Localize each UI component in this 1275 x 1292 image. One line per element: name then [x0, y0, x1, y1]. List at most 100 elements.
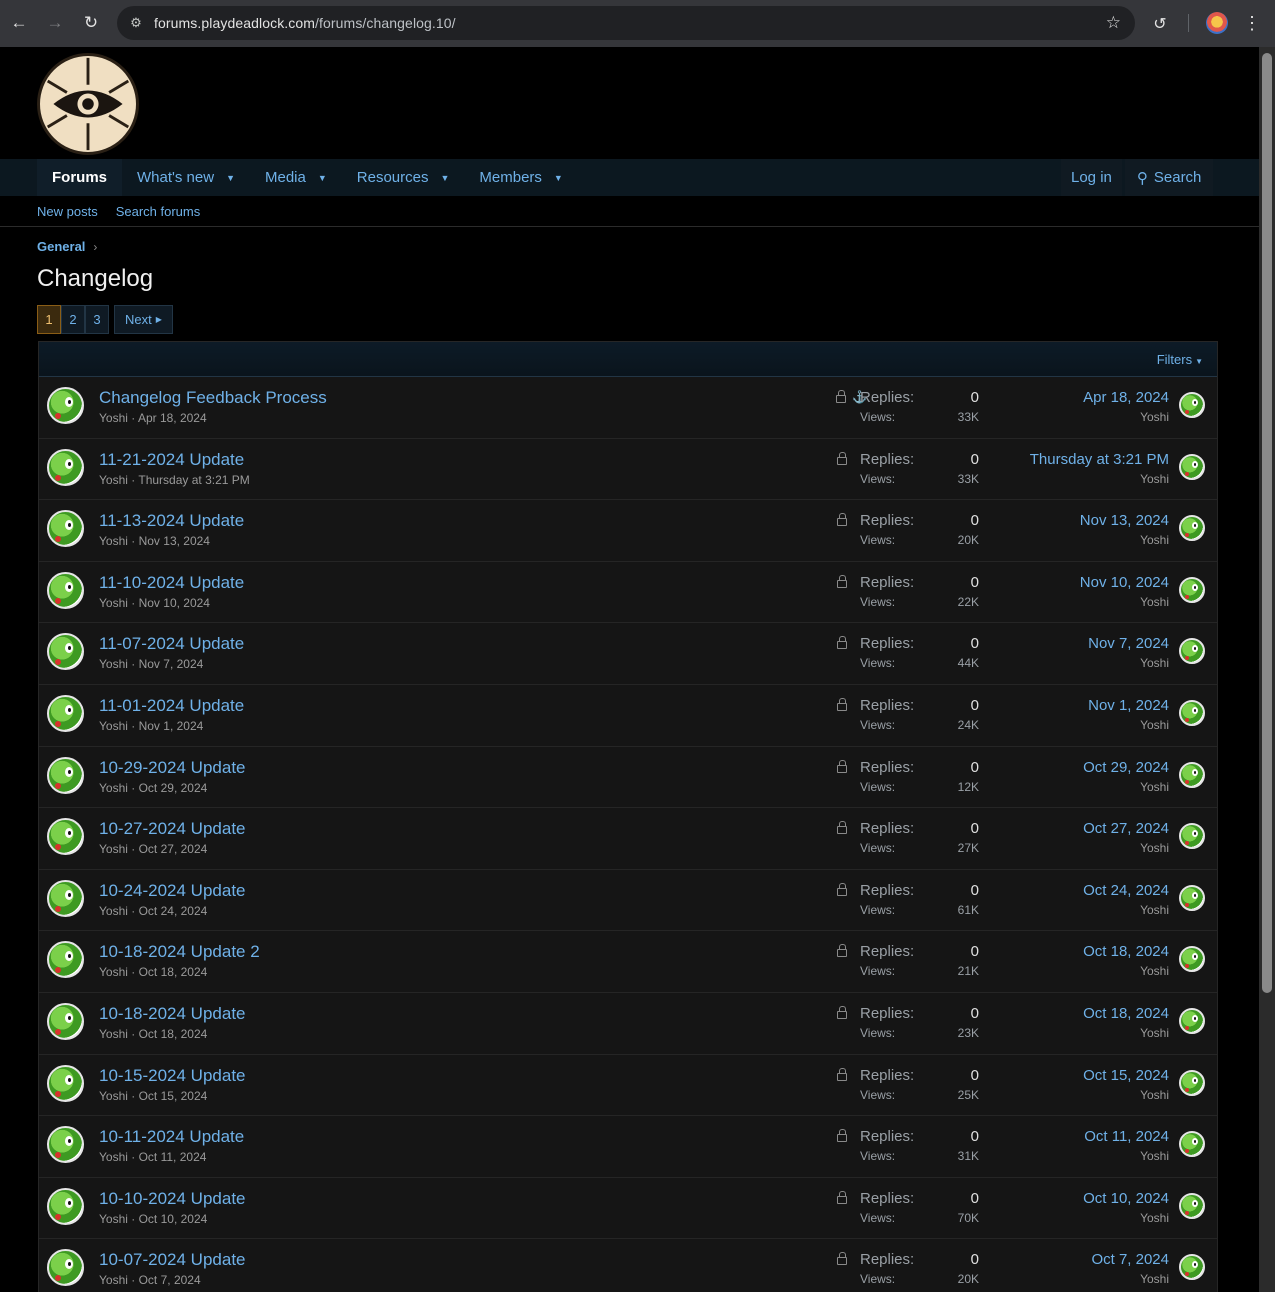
- last-post-date-link[interactable]: Nov 13, 2024: [1080, 512, 1169, 529]
- thread-author[interactable]: Yoshi: [99, 1027, 128, 1041]
- browser-menu-icon[interactable]: ⋮: [1243, 10, 1261, 36]
- last-poster-avatar[interactable]: [1179, 1131, 1205, 1158]
- thread-title-link[interactable]: 10-29-2024 Update: [99, 758, 246, 778]
- forward-icon[interactable]: →: [37, 5, 73, 41]
- author-avatar[interactable]: [47, 879, 84, 917]
- last-post-user[interactable]: Yoshi: [1140, 718, 1169, 732]
- last-post-date-link[interactable]: Nov 10, 2024: [1080, 574, 1169, 591]
- last-poster-avatar[interactable]: [1179, 823, 1205, 850]
- last-poster-avatar[interactable]: [1179, 576, 1205, 603]
- search-button[interactable]: ⚲ Search: [1124, 159, 1214, 196]
- login-button[interactable]: Log in: [1061, 159, 1122, 196]
- last-post-user[interactable]: Yoshi: [1140, 656, 1169, 670]
- last-poster-avatar[interactable]: [1179, 699, 1205, 726]
- page-link-2[interactable]: 2: [61, 305, 85, 334]
- thread-author[interactable]: Yoshi: [99, 842, 128, 856]
- nav-tab-media[interactable]: Media ▼: [250, 159, 342, 196]
- last-post-user[interactable]: Yoshi: [1140, 1272, 1169, 1286]
- last-poster-avatar[interactable]: [1179, 1069, 1205, 1096]
- last-poster-avatar[interactable]: [1179, 1192, 1205, 1219]
- thread-author[interactable]: Yoshi: [99, 781, 128, 795]
- history-icon[interactable]: ↺: [1148, 12, 1172, 36]
- back-icon[interactable]: ←: [1, 5, 37, 41]
- author-avatar[interactable]: [47, 818, 84, 856]
- thread-start-date[interactable]: Nov 13, 2024: [139, 534, 210, 548]
- thread-start-date[interactable]: Oct 27, 2024: [139, 842, 208, 856]
- author-avatar[interactable]: [47, 387, 84, 424]
- last-post-user[interactable]: Yoshi: [1140, 410, 1169, 424]
- thread-author[interactable]: Yoshi: [99, 1212, 128, 1226]
- thread-start-date[interactable]: Oct 24, 2024: [139, 904, 208, 918]
- site-logo[interactable]: [37, 53, 139, 155]
- author-avatar[interactable]: [47, 633, 84, 671]
- thread-start-date[interactable]: Thursday at 3:21 PM: [138, 473, 249, 487]
- author-avatar[interactable]: [47, 941, 84, 979]
- nav-tab-what-s-new[interactable]: What's new ▼: [122, 159, 250, 196]
- last-post-date-link[interactable]: Oct 15, 2024: [1083, 1067, 1169, 1084]
- nav-tab-forums[interactable]: Forums: [37, 159, 123, 196]
- page-scrollbar[interactable]: [1259, 47, 1275, 1292]
- last-post-date-link[interactable]: Nov 7, 2024: [1088, 635, 1169, 652]
- last-post-user[interactable]: Yoshi: [1140, 780, 1169, 794]
- last-post-user[interactable]: Yoshi: [1140, 1149, 1169, 1163]
- thread-start-date[interactable]: Oct 7, 2024: [139, 1273, 201, 1287]
- caret-down-icon[interactable]: ▼: [440, 173, 449, 183]
- thread-start-date[interactable]: Oct 15, 2024: [139, 1089, 208, 1103]
- last-post-user[interactable]: Yoshi: [1140, 472, 1169, 486]
- last-post-user[interactable]: Yoshi: [1140, 1088, 1169, 1102]
- url-text[interactable]: forums.playdeadlock.com/forums/changelog…: [154, 15, 456, 31]
- new-posts-link[interactable]: New posts: [37, 204, 98, 219]
- thread-author[interactable]: Yoshi: [99, 596, 128, 610]
- breadcrumb-general[interactable]: General: [37, 239, 85, 254]
- thread-author[interactable]: Yoshi: [99, 657, 128, 671]
- caret-down-icon[interactable]: ▼: [554, 173, 563, 183]
- last-post-date-link[interactable]: Oct 7, 2024: [1091, 1251, 1169, 1268]
- last-post-user[interactable]: Yoshi: [1140, 595, 1169, 609]
- thread-title-link[interactable]: Changelog Feedback Process: [99, 388, 327, 408]
- author-avatar[interactable]: [47, 756, 84, 794]
- thread-title-link[interactable]: 10-18-2024 Update 2: [99, 942, 260, 962]
- thread-author[interactable]: Yoshi: [99, 904, 128, 918]
- caret-down-icon[interactable]: ▼: [318, 173, 327, 183]
- last-post-user[interactable]: Yoshi: [1140, 1026, 1169, 1040]
- last-poster-avatar[interactable]: [1179, 946, 1205, 973]
- thread-start-date[interactable]: Apr 18, 2024: [138, 411, 207, 425]
- thread-start-date[interactable]: Oct 10, 2024: [139, 1212, 208, 1226]
- author-avatar[interactable]: [47, 448, 84, 486]
- author-avatar[interactable]: [47, 571, 84, 609]
- last-post-date-link[interactable]: Oct 18, 2024: [1083, 943, 1169, 960]
- thread-title-link[interactable]: 10-10-2024 Update: [99, 1189, 246, 1209]
- last-post-date-link[interactable]: Apr 18, 2024: [1083, 389, 1169, 406]
- filters-button[interactable]: Filters ▼: [1157, 352, 1203, 367]
- thread-title-link[interactable]: 10-27-2024 Update: [99, 819, 246, 839]
- last-post-user[interactable]: Yoshi: [1140, 841, 1169, 855]
- profile-avatar-icon[interactable]: [1206, 12, 1228, 34]
- last-post-date-link[interactable]: Oct 27, 2024: [1083, 820, 1169, 837]
- last-poster-avatar[interactable]: [1179, 453, 1205, 480]
- last-poster-avatar[interactable]: [1179, 638, 1205, 665]
- last-post-date-link[interactable]: Thursday at 3:21 PM: [1030, 451, 1169, 468]
- thread-start-date[interactable]: Oct 18, 2024: [139, 965, 208, 979]
- thread-author[interactable]: Yoshi: [99, 1150, 128, 1164]
- thread-title-link[interactable]: 11-07-2024 Update: [99, 634, 244, 654]
- thread-start-date[interactable]: Oct 11, 2024: [139, 1150, 207, 1164]
- next-page-button[interactable]: Next ▶: [114, 305, 173, 334]
- thread-title-link[interactable]: 10-18-2024 Update: [99, 1004, 246, 1024]
- thread-start-date[interactable]: Oct 18, 2024: [139, 1027, 208, 1041]
- bookmark-star-icon[interactable]: ☆: [1106, 13, 1121, 33]
- author-avatar[interactable]: [47, 1187, 84, 1225]
- last-post-user[interactable]: Yoshi: [1140, 964, 1169, 978]
- thread-title-link[interactable]: 11-21-2024 Update: [99, 450, 244, 470]
- author-avatar[interactable]: [47, 1002, 84, 1040]
- caret-down-icon[interactable]: ▼: [226, 173, 235, 183]
- thread-author[interactable]: Yoshi: [99, 719, 128, 733]
- last-poster-avatar[interactable]: [1179, 515, 1205, 542]
- thread-author[interactable]: Yoshi: [99, 1089, 128, 1103]
- author-avatar[interactable]: [47, 1126, 84, 1164]
- thread-author[interactable]: Yoshi: [99, 534, 128, 548]
- thread-title-link[interactable]: 10-07-2024 Update: [99, 1250, 246, 1270]
- thread-author[interactable]: Yoshi: [99, 1273, 128, 1287]
- thread-start-date[interactable]: Nov 7, 2024: [139, 657, 204, 671]
- last-post-date-link[interactable]: Oct 18, 2024: [1083, 1005, 1169, 1022]
- nav-tab-resources[interactable]: Resources ▼: [342, 159, 465, 196]
